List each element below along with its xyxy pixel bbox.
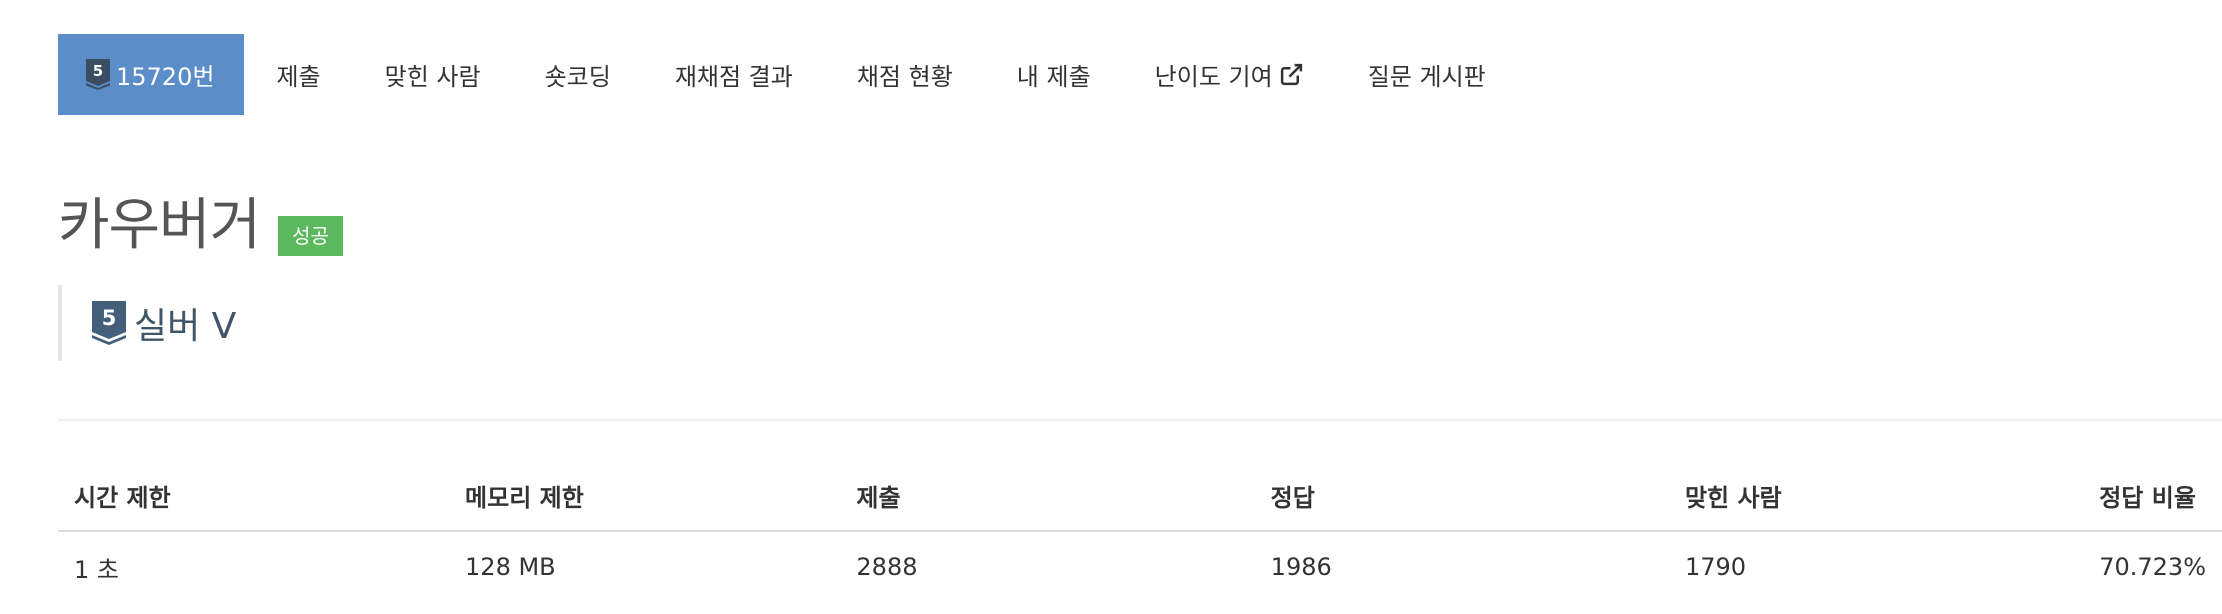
tab-rejudge-result[interactable]: 재채점 결과 [643, 34, 825, 115]
tab-my-submissions[interactable]: 내 제출 [985, 34, 1123, 115]
external-link-icon [1280, 63, 1302, 86]
tab-difficulty-contribution-label: 난이도 기여 [1154, 63, 1273, 91]
tab-qna-board[interactable]: 질문 게시판 [1336, 34, 1518, 115]
header-accepted: 정답 [1254, 460, 1669, 532]
tab-judge-status-label: 채점 현황 [856, 63, 953, 91]
tab-problem[interactable]: 5 15720번 [58, 34, 245, 115]
tab-tier-number: 5 [93, 62, 103, 80]
cell-submissions: 2888 [856, 553, 918, 581]
problem-menu: 5 15720번 제출 맞힌 사람 숏코딩 재채점 결과 채점 현황 내 제출 … [58, 34, 1518, 115]
problem-header: 카우버거 성공 [58, 196, 343, 256]
tab-short-coding[interactable]: 숏코딩 [513, 34, 643, 115]
tab-submit-label: 제출 [276, 63, 321, 91]
header-solvers: 맞힌 사람 [1668, 460, 2084, 532]
tier-name: 실버 V [134, 306, 237, 347]
table-row: 1 초 128 MB 2888 1986 1790 70.723% [58, 531, 2222, 602]
tab-solvers-label: 맞힌 사람 [384, 63, 481, 91]
tab-difficulty-contribution[interactable]: 난이도 기여 [1123, 34, 1336, 115]
tab-submit[interactable]: 제출 [244, 34, 352, 115]
header-accept-ratio: 정답 비율 [2083, 460, 2222, 532]
tab-problem-label: 15720번 [116, 63, 215, 91]
problem-info-table: 시간 제한 메모리 제한 제출 정답 맞힌 사람 정답 비율 1 초 128 M… [58, 460, 2222, 602]
tier-shield-icon: 5 [92, 301, 126, 345]
cell-time-limit: 1 초 [74, 555, 119, 584]
tier-blockquote: 5 실버 V [58, 285, 236, 361]
tab-qna-board-label: 질문 게시판 [1367, 63, 1486, 91]
tab-solvers[interactable]: 맞힌 사람 [353, 34, 513, 115]
divider [58, 419, 2222, 421]
result-badge: 성공 [278, 216, 343, 256]
header-memory-limit: 메모리 제한 [449, 460, 841, 532]
tab-judge-status[interactable]: 채점 현황 [825, 34, 985, 115]
cell-accept-ratio: 70.723% [2099, 553, 2206, 581]
table-header-row: 시간 제한 메모리 제한 제출 정답 맞힌 사람 정답 비율 [58, 460, 2222, 532]
cell-solvers: 1790 [1684, 553, 1747, 581]
problem-title: 카우버거 [58, 193, 261, 258]
tab-rejudge-result-label: 재채점 결과 [674, 63, 793, 91]
header-submissions: 제출 [840, 460, 1255, 532]
cell-memory-limit: 128 MB [465, 553, 556, 581]
tab-short-coding-label: 숏코딩 [544, 63, 611, 91]
tier-number: 5 [102, 306, 117, 330]
tier-shield-icon: 5 [86, 59, 110, 90]
cell-accepted: 1986 [1270, 553, 1332, 581]
tab-my-submissions-label: 내 제출 [1016, 63, 1091, 91]
header-time-limit: 시간 제한 [58, 460, 450, 532]
